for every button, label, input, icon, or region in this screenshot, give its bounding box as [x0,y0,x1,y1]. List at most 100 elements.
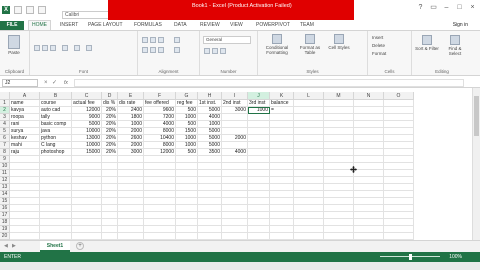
cell[interactable] [118,226,144,233]
sign-in-link[interactable]: Sign in [453,21,468,30]
cell[interactable] [294,177,324,184]
cell[interactable]: tally [40,114,72,121]
row-header[interactable]: 7 [0,142,10,149]
cell[interactable] [144,170,176,177]
cell[interactable] [72,233,102,240]
cell[interactable] [176,233,198,240]
cell[interactable]: 2000 [118,128,144,135]
cell[interactable]: 1500 [176,128,198,135]
cell[interactable] [324,233,354,240]
cell[interactable]: 20% [102,107,118,114]
redo-icon[interactable] [38,6,46,14]
cell[interactable] [324,219,354,226]
cell[interactable] [270,163,294,170]
cell[interactable] [72,191,102,198]
font-name-select[interactable]: Calibri [62,11,112,19]
cell[interactable] [324,191,354,198]
cell[interactable] [176,219,198,226]
tab-team[interactable]: TEAM [300,21,314,30]
row-header[interactable]: 18 [0,219,10,226]
cell[interactable] [222,184,248,191]
column-header[interactable]: A [10,92,40,100]
cell[interactable]: = [270,107,294,114]
cell[interactable]: 5000 [72,121,102,128]
cell[interactable] [294,219,324,226]
row-header[interactable]: 1 [0,100,10,107]
cell[interactable] [354,142,384,149]
column-header[interactable]: B [40,92,72,100]
column-header[interactable]: G [176,92,198,100]
column-header[interactable]: H [198,92,222,100]
cell[interactable] [248,156,270,163]
cell[interactable] [198,226,222,233]
cell[interactable]: actual fee [72,100,102,107]
cell[interactable]: 2nd inst [222,100,248,107]
column-header[interactable]: E [118,92,144,100]
cell[interactable] [384,163,414,170]
paste-button[interactable]: Paste [4,35,24,55]
cell[interactable] [10,191,40,198]
cell[interactable] [384,170,414,177]
cell[interactable] [102,233,118,240]
cell[interactable]: 2400 [118,107,144,114]
cell[interactable] [102,184,118,191]
cell[interactable] [40,226,72,233]
cell[interactable] [354,114,384,121]
cell[interactable] [118,198,144,205]
cell[interactable] [294,226,324,233]
cell[interactable] [324,121,354,128]
cell[interactable] [384,198,414,205]
cell[interactable] [384,107,414,114]
cell[interactable] [384,191,414,198]
cell[interactable]: 500 [176,107,198,114]
cell[interactable] [118,177,144,184]
cell[interactable] [248,163,270,170]
cell[interactable] [10,198,40,205]
format-as-table-button[interactable]: Format as Table [298,34,322,55]
align-left-icon[interactable] [142,47,148,53]
cell[interactable] [10,226,40,233]
cell[interactable] [354,226,384,233]
row-header[interactable]: 6 [0,135,10,142]
cell[interactable]: dis rate [118,100,144,107]
cell[interactable] [198,205,222,212]
cell[interactable] [294,191,324,198]
cell[interactable] [222,142,248,149]
cell[interactable] [72,177,102,184]
cell[interactable] [384,128,414,135]
cell[interactable] [72,163,102,170]
cell[interactable] [270,135,294,142]
cell[interactable] [270,212,294,219]
cell[interactable] [294,205,324,212]
cell[interactable]: fee offered [144,100,176,107]
column-header[interactable]: L [294,92,324,100]
cell[interactable] [270,226,294,233]
cell[interactable] [354,212,384,219]
column-header[interactable]: J [248,92,270,100]
cell[interactable]: 3500 [198,149,222,156]
cell[interactable] [198,170,222,177]
cell-styles-button[interactable]: Cell Styles [328,34,350,50]
cell[interactable] [102,163,118,170]
cell[interactable] [40,163,72,170]
cell[interactable] [324,128,354,135]
cell[interactable] [144,163,176,170]
cell[interactable] [40,219,72,226]
cell[interactable] [294,142,324,149]
cell[interactable] [222,198,248,205]
cell[interactable] [384,205,414,212]
cell[interactable] [176,226,198,233]
cell[interactable]: 7200 [144,114,176,121]
cell[interactable] [10,177,40,184]
cell[interactable] [354,184,384,191]
cell[interactable] [294,121,324,128]
cell[interactable] [40,156,72,163]
cell[interactable] [324,142,354,149]
cell[interactable] [270,114,294,121]
formula-input[interactable] [74,79,464,87]
cell[interactable] [10,219,40,226]
enter-icon[interactable]: ✓ [52,79,57,87]
cell[interactable] [324,198,354,205]
scroll-thumb[interactable] [474,96,479,136]
cell[interactable] [222,226,248,233]
